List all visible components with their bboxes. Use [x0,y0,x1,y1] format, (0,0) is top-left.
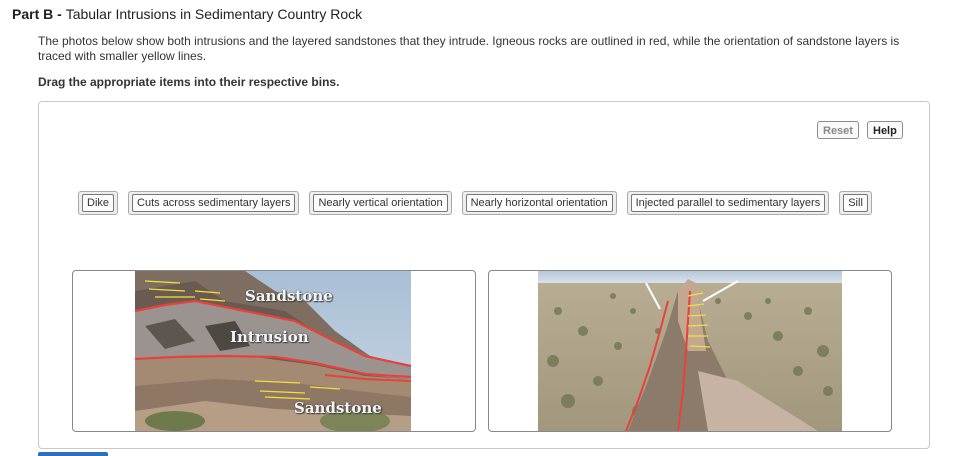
draggable-item-dike[interactable]: Dike [78,191,119,215]
label-sandstone-bottom: Sandstone [294,399,382,417]
description-text: The photos below show both intrusions an… [38,34,900,63]
item-label: Dike [82,194,115,212]
draggable-item-nearly-vertical[interactable]: Nearly vertical orientation [309,191,452,215]
part-label: Part B [12,6,54,22]
part-title-text: Tabular Intrusions in Sedimentary Countr… [65,6,363,22]
drag-drop-panel: Reset Help Dike Cuts across sedimentary … [38,101,930,449]
label-intrusion: Intrusion [230,328,309,346]
item-label: Nearly horizontal orientation [465,194,613,212]
item-label: Nearly vertical orientation [313,194,448,212]
draggable-item-sill[interactable]: Sill [839,191,872,215]
item-label: Cuts across sedimentary layers [132,194,296,212]
dike-photo [538,271,842,431]
draggable-item-cuts-across[interactable]: Cuts across sedimentary layers [128,191,300,215]
draggable-item-nearly-horizontal[interactable]: Nearly horizontal orientation [461,191,617,215]
draggable-items-tray: Dike Cuts across sedimentary layers Near… [78,191,872,215]
reset-button[interactable]: Reset [817,121,859,139]
part-title: Part B - Tabular Intrusions in Sedimenta… [12,6,362,22]
drop-bin-sill-photo[interactable]: Sandstone Intrusion Sandstone [72,270,476,432]
label-sandstone-top: Sandstone [245,287,333,305]
instruction-text: Drag the appropriate items into their re… [38,75,340,89]
item-label: Injected parallel to sedimentary layers [630,194,826,212]
submit-button-edge[interactable] [38,452,108,456]
item-label: Sill [843,194,868,212]
drop-bin-dike-photo[interactable] [488,270,892,432]
draggable-item-injected-parallel[interactable]: Injected parallel to sedimentary layers [626,191,830,215]
part-separator: - [53,6,66,22]
help-button[interactable]: Help [867,121,903,139]
